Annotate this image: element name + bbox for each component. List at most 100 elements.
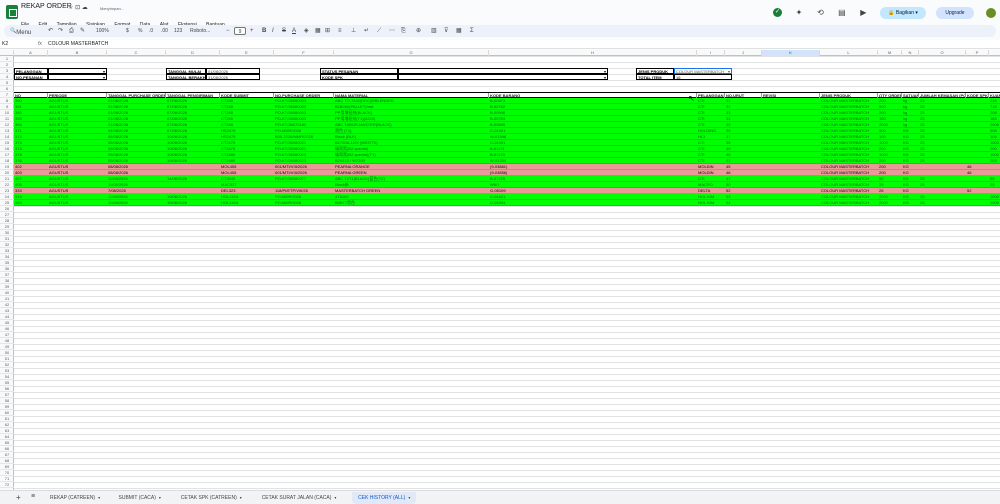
cells-area[interactable]: PELANGGAN ▾ NO.PESANAN ▾ TANGGAL MULAI 0… (14, 56, 1000, 490)
sheet-tab-label: CEK HISTORY (ALL) (358, 495, 406, 501)
dropdown-arrow-icon[interactable]: ▾ (604, 75, 606, 79)
table-cell[interactable]: PO-MDR/2026 (274, 200, 334, 206)
table-cell[interactable]: 25 (919, 200, 966, 206)
sheet-tab-cek-history-all[interactable]: CEK HISTORY (ALL) ▾ (352, 492, 417, 504)
tab-menu-chevron-icon[interactable]: ▾ (408, 495, 410, 500)
sheet-tab-bar: + ≡ REKAP (CATREEN) ▾ SUBMIT (CACA) ▾ CETAK … (0, 490, 1000, 504)
paint-format-icon[interactable]: ✎ (80, 27, 85, 35)
sheet-tab-label: REKAP (CATREEN) (50, 495, 96, 501)
text-wrap-icon[interactable]: ↵ (364, 27, 369, 35)
sheet-tab-cetak-surat-jalan-caca[interactable]: CETAK SURAT JALAN (CACA) ▾ (256, 492, 343, 504)
table-cell[interactable]: HOL2424 (220, 200, 274, 206)
kode-spk-dropdown[interactable]: ▾ (398, 74, 608, 80)
italic-icon[interactable]: I (272, 27, 274, 35)
tab-menu-chevron-icon[interactable]: ▾ (98, 495, 100, 500)
table-cell[interactable]: C-01904 (489, 200, 697, 206)
no-pesanan-dropdown[interactable]: ▾ (48, 74, 107, 80)
meet-icon[interactable]: ▶ (859, 8, 868, 17)
tab-menu-chevron-icon[interactable]: ▾ (334, 495, 336, 500)
filter-views-icon[interactable]: ▦ (456, 27, 462, 35)
saving-status: Menyimpan... (100, 6, 125, 11)
increase-decimal[interactable]: .00 (161, 27, 168, 35)
tanggal-berakhir-input[interactable]: 31/08/2026 (206, 74, 260, 80)
decrease-font-size-icon[interactable]: − (226, 27, 230, 35)
table-cell[interactable]: COLOUR MASTERBATCH (820, 200, 878, 206)
menu-bar: File Edit Tampilan Sisipkan Format Data … (21, 13, 230, 28)
name-box[interactable]: K2 (2, 41, 8, 47)
text-color-icon[interactable]: A (292, 27, 296, 35)
font-size-input[interactable]: 9 (234, 27, 246, 35)
star-icon[interactable]: ☆ (68, 5, 73, 11)
table-cell[interactable]: 11/08/2026 (107, 200, 166, 206)
filter-icon[interactable]: ⊽ (444, 27, 448, 35)
sheet-tab-label: SUBMIT (CACA) (118, 495, 156, 501)
sheets-logo-icon[interactable] (6, 5, 18, 19)
fill-color-icon[interactable]: ◈ (304, 27, 309, 35)
table-cell[interactable]: AGUSTUS (48, 200, 107, 206)
share-button[interactable]: 🔒 Bagikan ▾ (880, 6, 926, 19)
add-sheet-icon[interactable]: + (16, 493, 21, 502)
table-cell[interactable]: HOL KIM (697, 200, 725, 206)
table-cell[interactable]: 19/08/2026 (166, 200, 220, 206)
bold-icon[interactable]: B (262, 27, 266, 35)
dropdown-arrow-icon[interactable]: ▾ (103, 75, 105, 79)
sheet-tab-cetak-spk-catreen[interactable]: CETAK SPK (CATREEN) ▾ (175, 492, 248, 504)
table-cell[interactable]: B4B77黑色 (334, 200, 489, 206)
sheet-tab-submit-caca[interactable]: SUBMIT (CACA) ▾ (113, 492, 167, 504)
all-sheets-icon[interactable]: ≡ (31, 493, 35, 500)
document-title[interactable]: REKAP ORDER (21, 3, 72, 10)
comment-icon[interactable]: ▤ (837, 8, 846, 17)
decrease-decimal[interactable]: .0 (149, 27, 153, 35)
sheet-tab-rekap-catreen[interactable]: REKAP (CATREEN) ▾ (44, 492, 106, 504)
strikethrough-icon[interactable]: S (282, 27, 286, 35)
tab-menu-chevron-icon[interactable]: ▾ (159, 495, 161, 500)
print-icon[interactable]: ⎙ (69, 27, 74, 35)
row-headers: 1 2 3 4 5 6 7 8 9 10 11 12 13 14 15 16 17 18 19 20 21 22 23 24 2… (0, 56, 14, 490)
zoom-select[interactable]: 100% (96, 27, 109, 35)
table-cell[interactable] (762, 200, 820, 206)
functions-icon[interactable]: Σ (470, 27, 474, 35)
upgrade-button[interactable]: Upgrade (936, 6, 974, 19)
table-cell[interactable]: 2000 (878, 200, 902, 206)
label-total-item: TOTAL ITEM (636, 74, 674, 80)
label-no-pesanan: NO.PESANAN (14, 74, 48, 80)
more-icon[interactable]: ⋯ (389, 27, 395, 35)
insert-link-icon[interactable]: ⎘ (401, 27, 406, 35)
insert-comment-icon[interactable]: ⊕ (416, 27, 421, 35)
align-vertical-icon[interactable]: ⊥ (351, 27, 356, 35)
move-folder-icon[interactable]: ⊡ (75, 5, 80, 11)
row-header-72[interactable]: 72 (0, 482, 14, 488)
gemini-icon[interactable]: ✦ (794, 8, 803, 17)
table-cell[interactable] (966, 200, 989, 206)
toolbar: 🔍 Menu ↶ ↷ ⎙ ✎ 100% $ % .0 .00 123 Robot… (4, 25, 996, 37)
search-menus-label: Menu (16, 30, 32, 36)
spreadsheet-app: REKAP ORDER ☆ ⊡ ☁ Menyimpan... File Edit… (0, 0, 1000, 504)
search-menus[interactable]: 🔍 Menu (10, 27, 31, 36)
more-formats[interactable]: 123 (174, 27, 182, 35)
borders-icon[interactable]: ▦ (315, 27, 321, 35)
table-cell[interactable]: 520 (14, 200, 48, 206)
formula-input[interactable]: COLOUR MASTERBATCH (48, 41, 108, 47)
table-cell[interactable]: 2005 (989, 200, 1000, 206)
increase-font-size-icon[interactable]: + (250, 27, 254, 35)
align-horizontal-icon[interactable]: ≡ (338, 27, 342, 35)
checkmark-avatar-icon[interactable]: ✓ (773, 8, 783, 18)
title-icons: ☆ ⊡ ☁ (68, 4, 88, 11)
merge-cells-icon[interactable]: ⊞ (325, 27, 330, 35)
redo-icon[interactable]: ↷ (58, 27, 63, 35)
table-cell[interactable]: 54 (725, 200, 762, 206)
tab-menu-chevron-icon[interactable]: ▾ (240, 495, 242, 500)
text-rotation-icon[interactable]: ⟋ (377, 27, 381, 35)
share-label: Bagikan (895, 9, 914, 16)
fx-icon: fx (38, 41, 42, 47)
profile-avatar[interactable] (986, 7, 996, 18)
insert-chart-icon[interactable]: ▥ (431, 27, 437, 35)
history-icon[interactable]: ⟲ (816, 8, 825, 17)
table-cell[interactable]: KG (902, 200, 919, 206)
percent-format[interactable]: % (138, 27, 142, 35)
cloud-status-icon[interactable]: ☁ (82, 5, 88, 11)
font-select[interactable]: Roboto... (190, 27, 210, 35)
undo-icon[interactable]: ↶ (48, 27, 53, 35)
currency-format[interactable]: $ (126, 27, 129, 35)
table-row[interactable]: 520 AGUSTUS 11/08/2026 19/08/2026 HOL2424 PO-… (14, 200, 1000, 206)
